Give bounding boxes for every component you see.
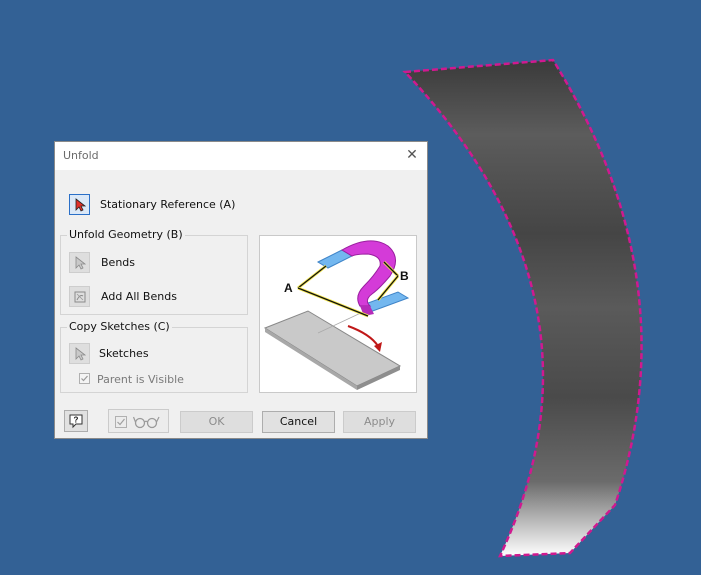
select-arrow-icon <box>75 197 86 212</box>
svg-text:?: ? <box>74 416 79 425</box>
select-arrow-icon <box>75 255 86 270</box>
add-all-bends-button[interactable] <box>69 286 90 307</box>
parent-visible-label: Parent is Visible <box>97 373 184 386</box>
sketches-label: Sketches <box>99 347 149 360</box>
bends-label: Bends <box>101 256 135 269</box>
parent-visible-checkbox[interactable] <box>79 373 90 384</box>
select-arrow-icon <box>75 346 86 361</box>
preview-label-b: B <box>400 269 409 283</box>
preview-illustration: A B <box>263 240 410 390</box>
help-icon: ? <box>69 414 83 429</box>
ok-button[interactable]: OK <box>180 411 253 433</box>
unfold-geometry-legend: Unfold Geometry (B) <box>67 228 185 241</box>
unfold-preview-image: A B <box>259 235 417 393</box>
stationary-reference-label: Stationary Reference (A) <box>100 198 236 211</box>
preview-label-a: A <box>284 281 293 295</box>
sketches-select-button[interactable] <box>69 343 90 364</box>
dialog-title: Unfold <box>63 149 99 162</box>
cancel-button[interactable]: Cancel <box>262 411 335 433</box>
copy-sketches-legend: Copy Sketches (C) <box>67 320 172 333</box>
close-icon[interactable]: ✕ <box>405 147 419 163</box>
help-button[interactable]: ? <box>64 410 88 432</box>
glasses-icon <box>133 416 160 429</box>
add-all-bends-icon <box>74 291 85 302</box>
unfold-dialog: Unfold ✕ Stationary Reference (A) Unfold… <box>54 141 428 439</box>
add-all-bends-label: Add All Bends <box>101 290 177 303</box>
preview-toggle[interactable] <box>108 409 169 433</box>
apply-button[interactable]: Apply <box>343 411 416 433</box>
check-icon <box>115 416 127 428</box>
check-icon <box>81 375 88 382</box>
curved-sheet-part[interactable] <box>402 58 643 558</box>
bends-select-button[interactable] <box>69 252 90 273</box>
title-bar: Unfold ✕ <box>55 142 427 170</box>
stationary-reference-button[interactable] <box>69 194 90 215</box>
